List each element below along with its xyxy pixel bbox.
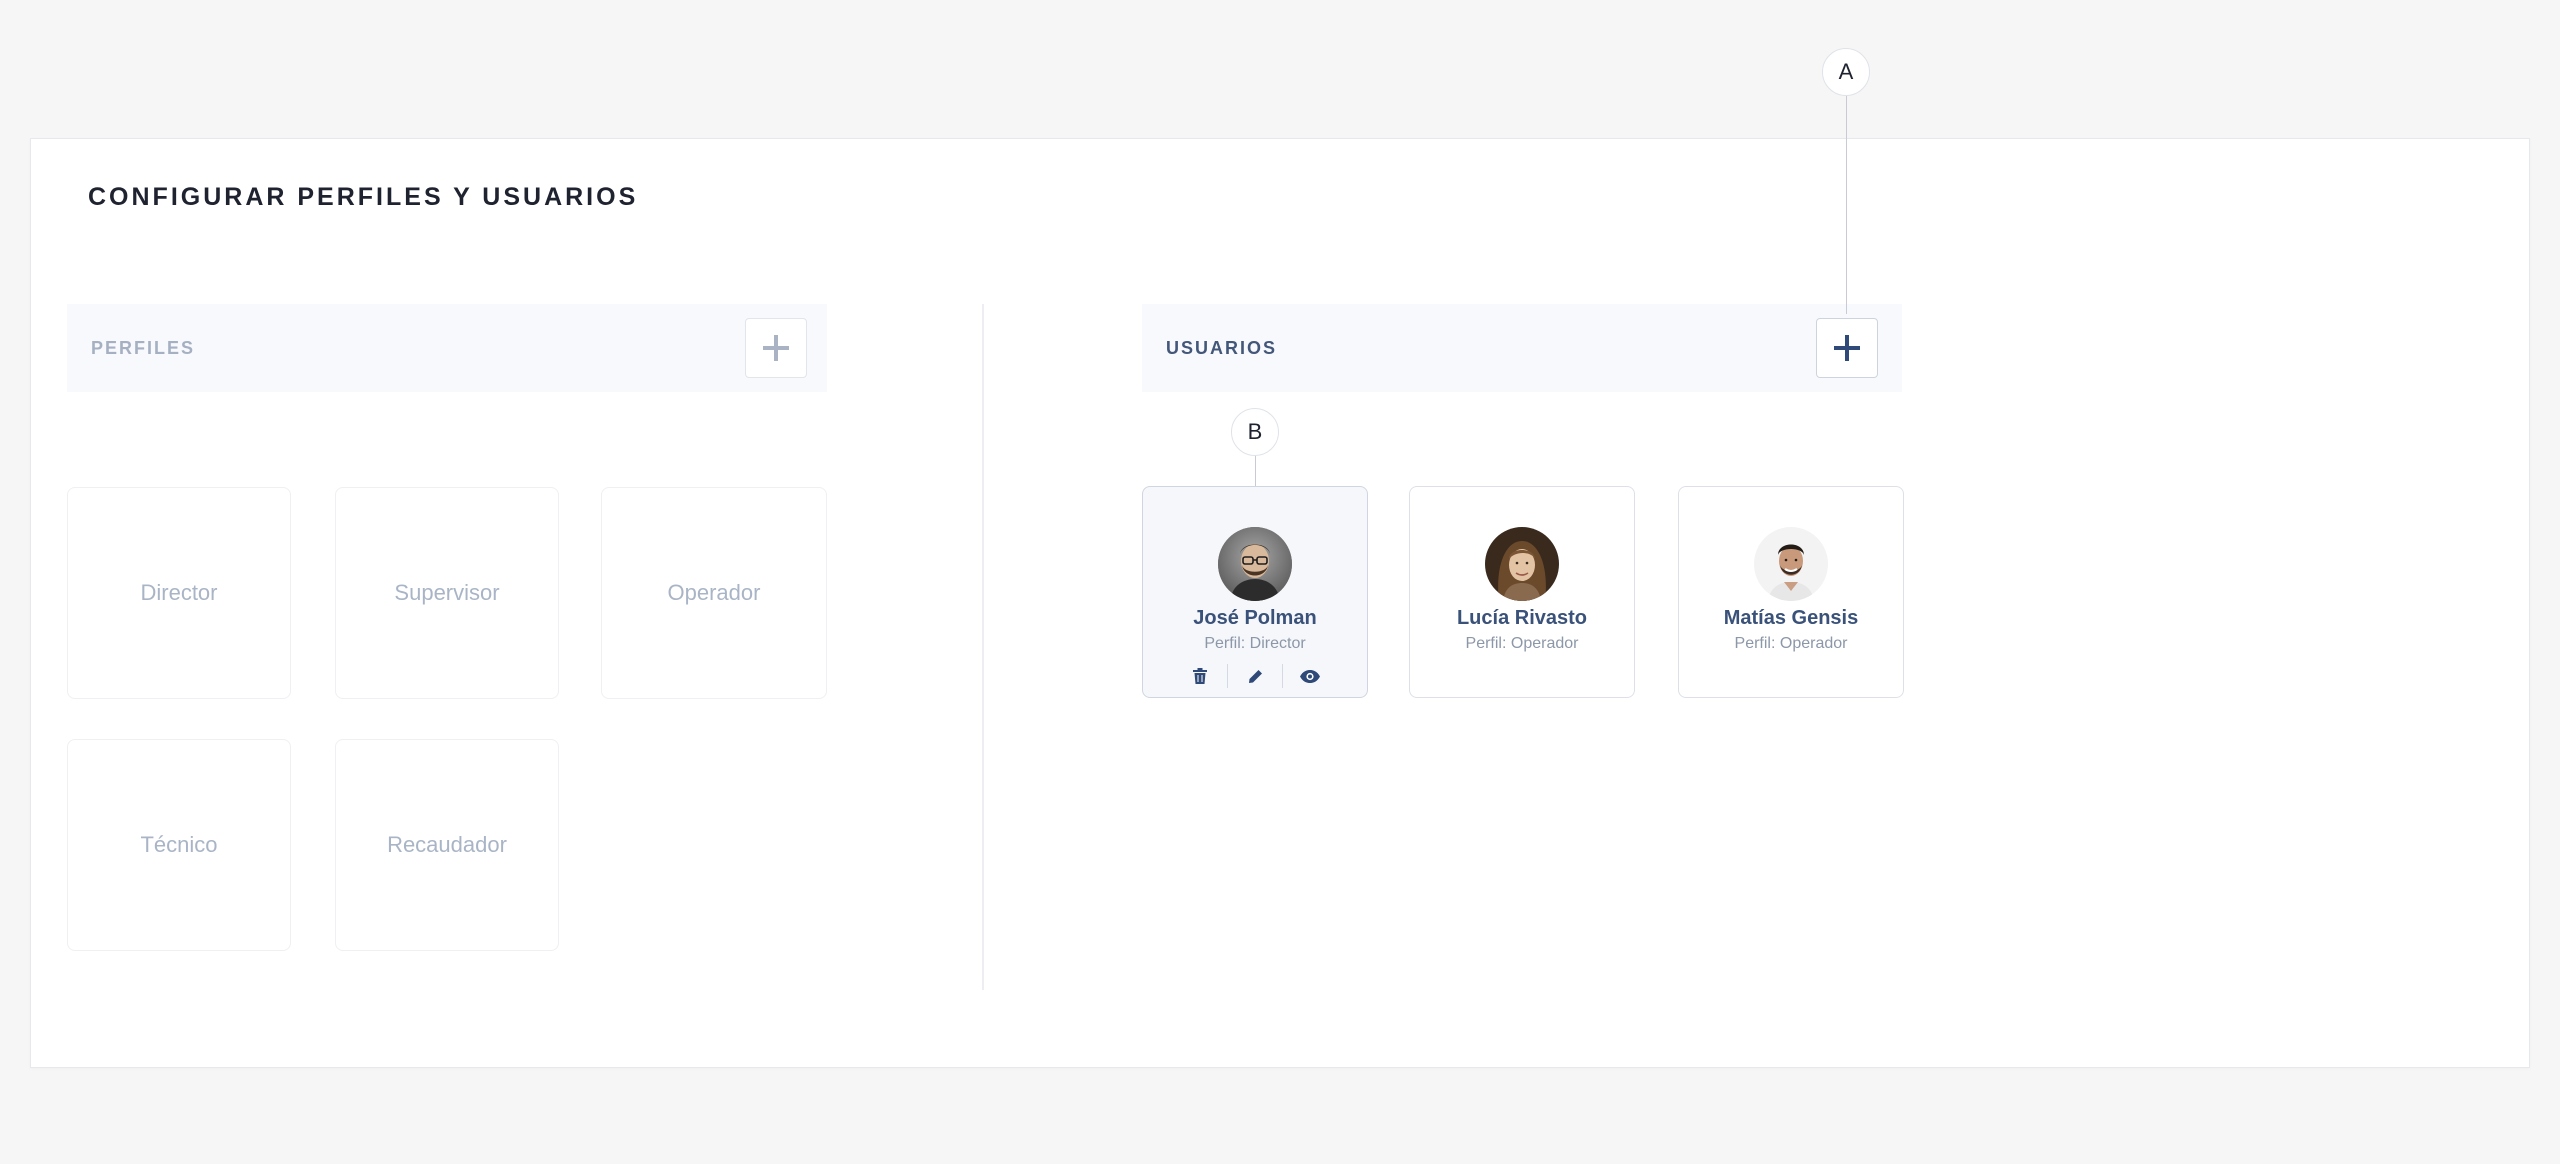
add-user-button[interactable] [1816, 318, 1878, 378]
trash-icon [1193, 668, 1207, 684]
avatar [1218, 527, 1292, 601]
user-profile: Perfil: Operador [1734, 635, 1848, 652]
profile-card-label: Técnico [140, 832, 218, 857]
user-name: Lucía Rivasto [1456, 607, 1588, 629]
users-section-label: USUARIOS [1166, 338, 1278, 358]
user-card-jose-polman[interactable]: José Polman Perfil: Director [1142, 486, 1368, 698]
profile-card-recaudador[interactable]: Recaudador [335, 739, 559, 951]
page-title: CONFIGURAR PERFILES Y USUARIOS [88, 183, 639, 211]
profile-card-tecnico[interactable]: Técnico [67, 739, 291, 951]
profiles-header: PERFILES [67, 304, 827, 392]
marker-b-line [1255, 454, 1256, 486]
profile-card-operador[interactable]: Operador [601, 487, 827, 699]
delete-user-button[interactable] [1173, 663, 1227, 689]
user-profile: Perfil: Director [1204, 635, 1306, 652]
profile-card-label: Operador [667, 580, 761, 605]
plus-icon [763, 335, 789, 361]
user-card-matias-gensis[interactable]: Matías Gensis Perfil: Operador [1678, 486, 1904, 698]
profile-card-label: Recaudador [387, 832, 507, 857]
profile-card-label: Director [140, 580, 218, 605]
view-user-button[interactable] [1283, 663, 1337, 689]
user-name: Matías Gensis [1723, 607, 1859, 629]
marker-a: A [1822, 48, 1870, 96]
marker-a-line [1846, 94, 1847, 314]
section-divider [982, 304, 984, 990]
users-header: USUARIOS [1142, 304, 1902, 392]
eye-icon [1300, 669, 1320, 683]
user-card-lucia-rivasto[interactable]: Lucía Rivasto Perfil: Operador [1409, 486, 1635, 698]
avatar [1754, 527, 1828, 601]
pencil-icon [1248, 669, 1262, 683]
user-name: José Polman [1193, 607, 1317, 629]
profiles-section-label: PERFILES [91, 338, 196, 358]
add-profile-button[interactable] [745, 318, 807, 378]
profile-card-director[interactable]: Director [67, 487, 291, 699]
user-profile: Perfil: Operador [1465, 635, 1579, 652]
user-actions [1143, 663, 1367, 689]
profile-card-label: Supervisor [394, 580, 500, 605]
plus-icon [1834, 335, 1860, 361]
profile-card-supervisor[interactable]: Supervisor [335, 487, 559, 699]
edit-user-button[interactable] [1228, 663, 1282, 689]
avatar [1485, 527, 1559, 601]
marker-b: B [1231, 408, 1279, 456]
